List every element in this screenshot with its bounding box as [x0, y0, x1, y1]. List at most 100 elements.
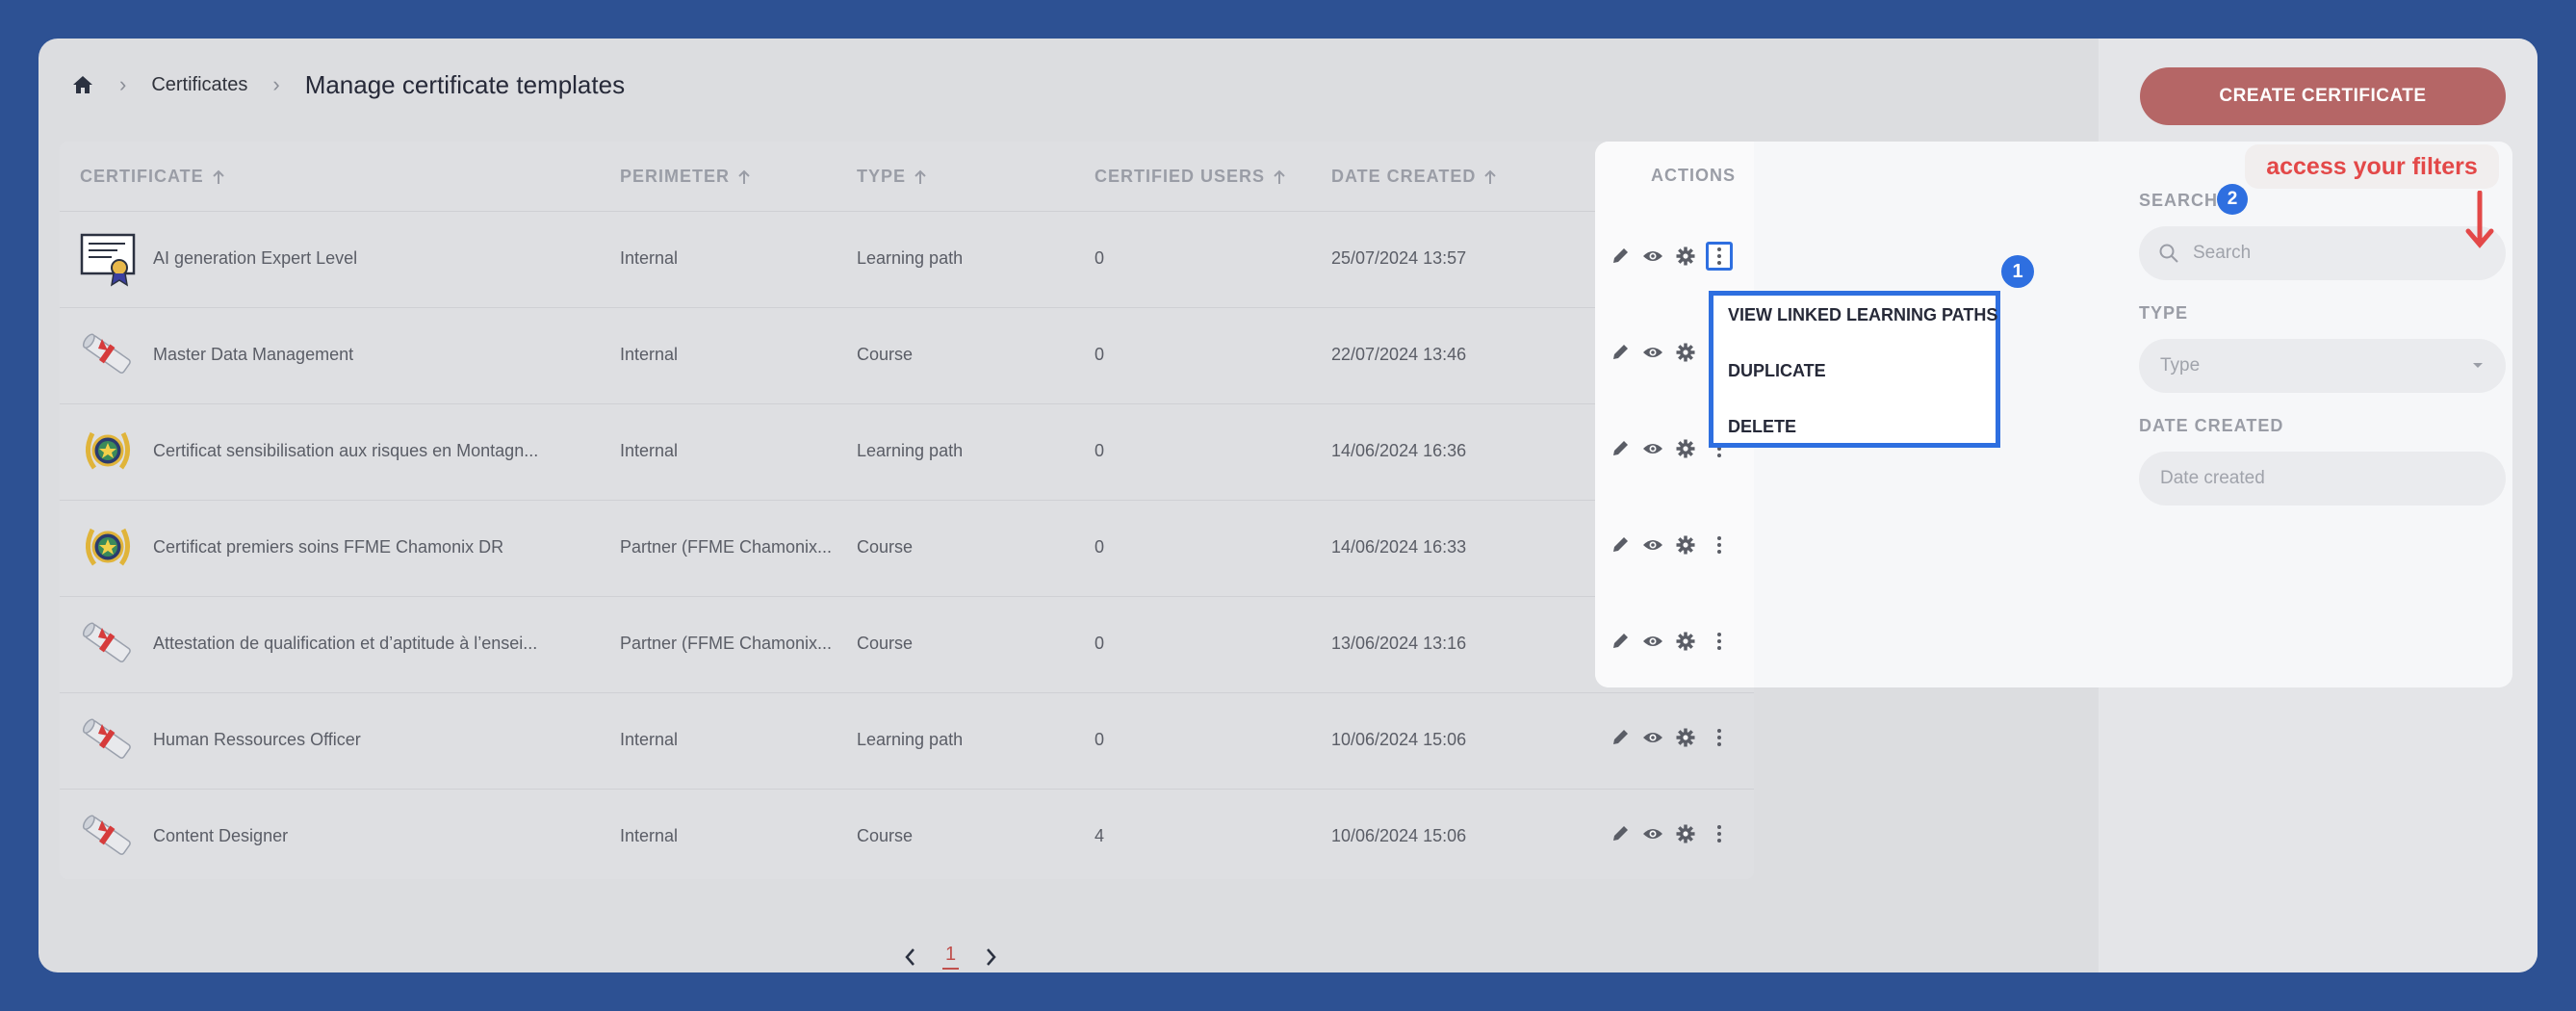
more-actions-button[interactable]	[1709, 631, 1730, 652]
home-icon[interactable]	[71, 73, 94, 96]
column-header-certificate[interactable]: CERTIFICATE	[80, 167, 225, 187]
diploma-scroll-icon	[79, 711, 137, 768]
eye-icon	[1643, 829, 1662, 839]
edit-button[interactable]	[1610, 438, 1631, 459]
certified-users-cell: 0	[1095, 248, 1105, 268]
create-certificate-button[interactable]: CREATE CERTIFICATE	[2140, 67, 2506, 125]
date-created-label: DATE CREATED	[2139, 416, 2284, 435]
type-cell: Learning path	[857, 730, 964, 749]
search-placeholder: Search	[2193, 243, 2252, 263]
arrow-down-icon	[2465, 191, 2494, 248]
diploma-scroll-icon	[79, 614, 137, 672]
table-row[interactable]: Master Data Management Internal Course 0 22/…	[60, 307, 1754, 403]
type-cell: Learning path	[857, 248, 964, 268]
preview-button[interactable]	[1642, 246, 1663, 267]
kebab-menu-icon	[1717, 247, 1721, 265]
table-row[interactable]: Human Ressources Officer Internal Learning…	[60, 692, 1754, 789]
gear-icon	[1676, 439, 1695, 458]
preview-button[interactable]	[1642, 631, 1663, 652]
type-label: TYPE	[2139, 303, 2189, 323]
sort-arrow-icon	[1484, 169, 1497, 184]
certificate-name[interactable]: Attestation de qualification et d’aptitu…	[153, 634, 537, 654]
certificate-name[interactable]: Human Ressources Officer	[153, 730, 361, 750]
pagination: 1	[900, 944, 1001, 970]
column-label: TYPE	[857, 167, 907, 186]
perimeter-cell: Partner (FFME Chamonix...	[620, 634, 833, 653]
certificate-name[interactable]: AI generation Expert Level	[153, 248, 357, 269]
certificate-name[interactable]: Certificat premiers soins FFME Chamonix …	[153, 537, 503, 557]
edit-button[interactable]	[1610, 342, 1631, 363]
type-cell: Course	[857, 634, 914, 653]
breadcrumb-certificates[interactable]: Certificates	[151, 74, 247, 96]
date-created-cell: 10/06/2024 15:06	[1331, 826, 1467, 845]
kebab-menu-icon	[1717, 633, 1721, 650]
column-header-date-created[interactable]: DATE CREATED	[1331, 167, 1497, 187]
kebab-menu-icon	[1717, 729, 1721, 746]
preview-button[interactable]	[1642, 823, 1663, 844]
menu-item-view-linked-learning-paths[interactable]: VIEW LINKED LEARNING PATHS	[1728, 305, 1997, 325]
date-created-placeholder: Date created	[2160, 468, 2265, 488]
table-row[interactable]: AI generation Expert Level Internal Learni…	[60, 211, 1754, 307]
preview-button[interactable]	[1642, 342, 1663, 363]
column-label: CERTIFIED USERS	[1095, 167, 1266, 186]
more-actions-button[interactable]	[1709, 727, 1730, 748]
preview-button[interactable]	[1642, 534, 1663, 556]
settings-button[interactable]	[1675, 534, 1696, 556]
column-header-type[interactable]: TYPE	[857, 167, 927, 187]
date-created-cell: 13/06/2024 13:16	[1331, 634, 1467, 653]
certificate-name[interactable]: Certificat sensibilisation aux risques e…	[153, 441, 538, 461]
search-input[interactable]: Search	[2139, 226, 2506, 280]
filters-callout: access your filters	[2245, 144, 2499, 189]
date-created-cell: 22/07/2024 13:46	[1331, 345, 1467, 364]
sort-arrow-icon	[738, 169, 750, 184]
page-number-current[interactable]: 1	[942, 944, 960, 970]
settings-button[interactable]	[1675, 342, 1696, 363]
breadcrumb-separator-icon: ›	[119, 72, 127, 96]
certified-users-cell: 0	[1095, 634, 1105, 653]
kebab-menu-button-active[interactable]	[1706, 242, 1733, 271]
settings-button[interactable]	[1675, 631, 1696, 652]
gear-icon	[1676, 824, 1695, 843]
edit-button[interactable]	[1610, 246, 1631, 267]
menu-item-duplicate[interactable]: DUPLICATE	[1728, 361, 1826, 381]
table-row[interactable]: Attestation de qualification et d’aptitu…	[60, 596, 1754, 692]
preview-button[interactable]	[1642, 438, 1663, 459]
caret-down-icon	[2473, 363, 2483, 368]
certificate-name[interactable]: Master Data Management	[153, 345, 353, 365]
laurel-medal-icon	[79, 518, 137, 576]
settings-button[interactable]	[1675, 246, 1696, 267]
column-label: CERTIFICATE	[80, 167, 204, 186]
column-header-perimeter[interactable]: PERIMETER	[620, 167, 751, 187]
perimeter-cell: Internal	[620, 345, 679, 364]
settings-button[interactable]	[1675, 727, 1696, 748]
table-row[interactable]: Certificat premiers soins FFME Chamonix …	[60, 500, 1754, 596]
step-badge-2: 2	[2217, 184, 2248, 215]
certificate-name[interactable]: Content Designer	[153, 826, 288, 846]
certificates-table: CERTIFICATE PERIMETER TYPE CERTIFIED USE…	[60, 142, 1754, 879]
preview-button[interactable]	[1642, 727, 1663, 748]
eye-icon	[1643, 540, 1662, 550]
column-header-certified-users[interactable]: CERTIFIED USERS	[1095, 167, 1286, 187]
table-row[interactable]: Certificat sensibilisation aux risques e…	[60, 403, 1754, 500]
eye-icon	[1643, 444, 1662, 454]
date-created-input[interactable]: Date created	[2139, 452, 2506, 506]
edit-button[interactable]	[1610, 823, 1631, 844]
more-actions-button[interactable]	[1709, 823, 1730, 844]
edit-button[interactable]	[1610, 631, 1631, 652]
breadcrumb: › Certificates › Manage certificate temp…	[71, 67, 625, 102]
pencil-icon	[1613, 537, 1628, 552]
type-select[interactable]: Type	[2139, 339, 2506, 393]
settings-button[interactable]	[1675, 823, 1696, 844]
more-actions-button[interactable]	[1709, 534, 1730, 556]
next-page-icon[interactable]	[980, 945, 1001, 970]
table-row[interactable]: Content Designer Internal Course 4 10/06/202…	[60, 789, 1754, 885]
certified-users-cell: 0	[1095, 345, 1105, 364]
edit-button[interactable]	[1610, 534, 1631, 556]
sort-arrow-icon	[914, 169, 926, 184]
type-cell: Course	[857, 345, 914, 364]
settings-button[interactable]	[1675, 438, 1696, 459]
edit-button[interactable]	[1610, 727, 1631, 748]
menu-item-delete[interactable]: DELETE	[1728, 417, 1796, 437]
gear-icon	[1676, 632, 1695, 651]
previous-page-icon[interactable]	[900, 945, 921, 970]
